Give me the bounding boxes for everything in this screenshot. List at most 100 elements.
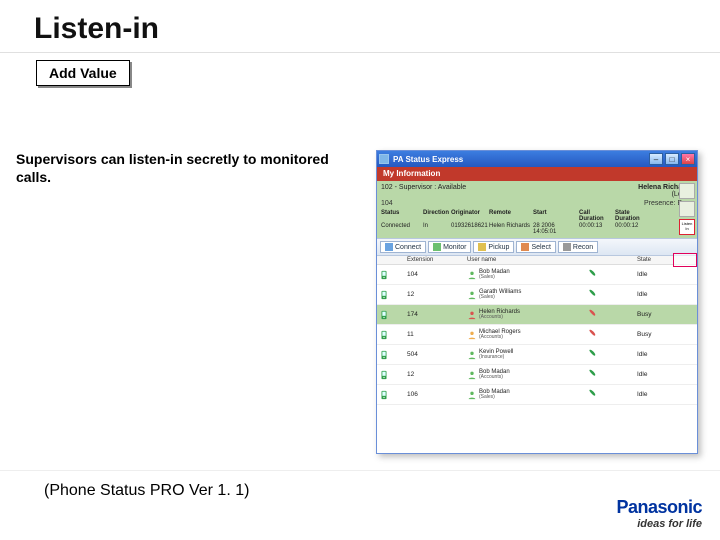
person-icon [467,310,477,320]
add-value-badge: Add Value [36,60,130,86]
list-col-state: State [637,257,667,263]
cell-originator: 01932618621 [451,223,489,235]
maximize-button[interactable]: □ [665,153,679,165]
connect-button[interactable]: Connect [380,241,426,253]
section-header: My Information [377,167,697,181]
list-col-username: User name [467,257,587,263]
person-icon [467,330,477,340]
side-actions: Listen In [677,181,697,235]
call-grid-row[interactable]: Connected In 01932618621 Helen Richards … [381,222,693,236]
pickup-button[interactable]: Pickup [473,241,514,253]
user-cell: Bob Madan(Accounts) [467,369,587,380]
cell-call-duration: 00:00:13 [579,223,615,235]
person-icon [467,390,477,400]
user-cell: Bob Madan(Sales) [467,389,587,400]
divider [0,470,720,471]
page-title: Listen-in [0,0,720,54]
handset-icon [587,288,599,298]
recon-icon [563,243,571,251]
person-icon [467,290,477,300]
monitor-button[interactable]: Monitor [428,241,471,253]
extension-cell: 106 [407,391,467,398]
side-action-2[interactable] [679,201,695,217]
table-row[interactable]: 104Bob Madan(Sales)Idle [377,265,697,285]
select-button[interactable]: Select [516,241,555,253]
handset-icon [587,388,599,398]
state-cell: Busy [637,311,667,318]
button-label: Select [531,244,550,251]
call-grid-header: Status Direction Originator Remote Start… [381,210,693,222]
button-label: Pickup [488,244,509,251]
listen-in-button[interactable]: Listen In [679,219,695,235]
handset-icon [587,268,599,278]
table-row[interactable]: 504Kevin Powell(Insurance)Idle [377,345,697,365]
phone-icon [379,350,389,360]
phone-icon [379,310,389,320]
info-panel: 102 - Supervisor : Available Helena Rich… [377,181,697,238]
brand-tagline: ideas for life [616,518,702,530]
handset-cell [587,348,637,362]
cell-state-duration: 00:00:12 [615,223,645,235]
col-status: Status [381,210,423,222]
user-cell: Kevin Powell(Insurance) [467,349,587,360]
handset-cell [587,388,637,402]
presence-label: Presence: [644,200,676,207]
table-row[interactable]: 12Bob Madan(Accounts) Idle [377,365,697,385]
button-label: Monitor [443,244,466,251]
handset-cell [587,268,637,282]
button-label: Recon [573,244,593,251]
window-title: PA Status Express [393,155,647,164]
handset-cell [587,328,637,342]
state-cell: Busy [637,331,667,338]
table-row[interactable]: 174Helen Richards(Accounts) Busy [377,305,697,325]
extension-list: 104Bob Madan(Sales)Idle12Garath Williams… [377,265,697,453]
side-action-1[interactable] [679,183,695,199]
brand-block: Panasonic ideas for life [616,497,702,530]
panasonic-logo: Panasonic [616,497,702,518]
description-text: Supervisors can listen-in secretly to mo… [16,150,346,186]
state-cell: Idle [637,391,667,398]
col-remote: Remote [489,210,533,222]
phone-icon [379,370,389,380]
select-icon [521,243,529,251]
connect-icon [385,243,393,251]
handset-cell [587,368,637,382]
close-button[interactable]: × [681,153,695,165]
user-cell: Garath Williams(Sales) [467,289,587,300]
minimize-button[interactable]: – [649,153,663,165]
cell-direction: In [423,223,451,235]
phone-icon [379,390,389,400]
extension-cell: 12 [407,291,467,298]
state-cell: Idle [637,351,667,358]
list-header: Extension User name State [377,256,697,265]
handset-cell [587,308,637,322]
col-state-duration: State Duration [615,210,645,222]
ext-label: 104 [381,200,393,207]
app-icon [379,154,389,164]
extension-cell: 174 [407,311,467,318]
handset-icon [587,308,599,318]
cell-remote: Helen Richards [489,223,533,235]
person-icon [467,350,477,360]
divider [0,52,720,53]
person-icon [467,270,477,280]
cell-status: Connected [381,223,423,235]
recon-button[interactable]: Recon [558,241,598,253]
state-cell: Idle [637,371,667,378]
toolbar: Connect Monitor Pickup Select Recon [377,238,697,256]
user-cell: Michael Rogers(Accounts) [467,329,587,340]
person-icon [467,370,477,380]
table-row[interactable]: 11Michael Rogers(Accounts)Busy [377,325,697,345]
pickup-icon [478,243,486,251]
handset-icon [587,328,599,338]
monitor-icon [433,243,441,251]
extension-cell: 12 [407,371,467,378]
table-row[interactable]: 106Bob Madan(Sales) Idle [377,385,697,405]
user-cell: Helen Richards(Accounts) [467,309,587,320]
state-cell: Idle [637,291,667,298]
list-col-handset [587,257,637,263]
col-start: Start [533,210,579,222]
handset-icon [587,348,599,358]
table-row[interactable]: 12Garath Williams(Sales) Idle [377,285,697,305]
col-call-duration: Call Duration [579,210,615,222]
